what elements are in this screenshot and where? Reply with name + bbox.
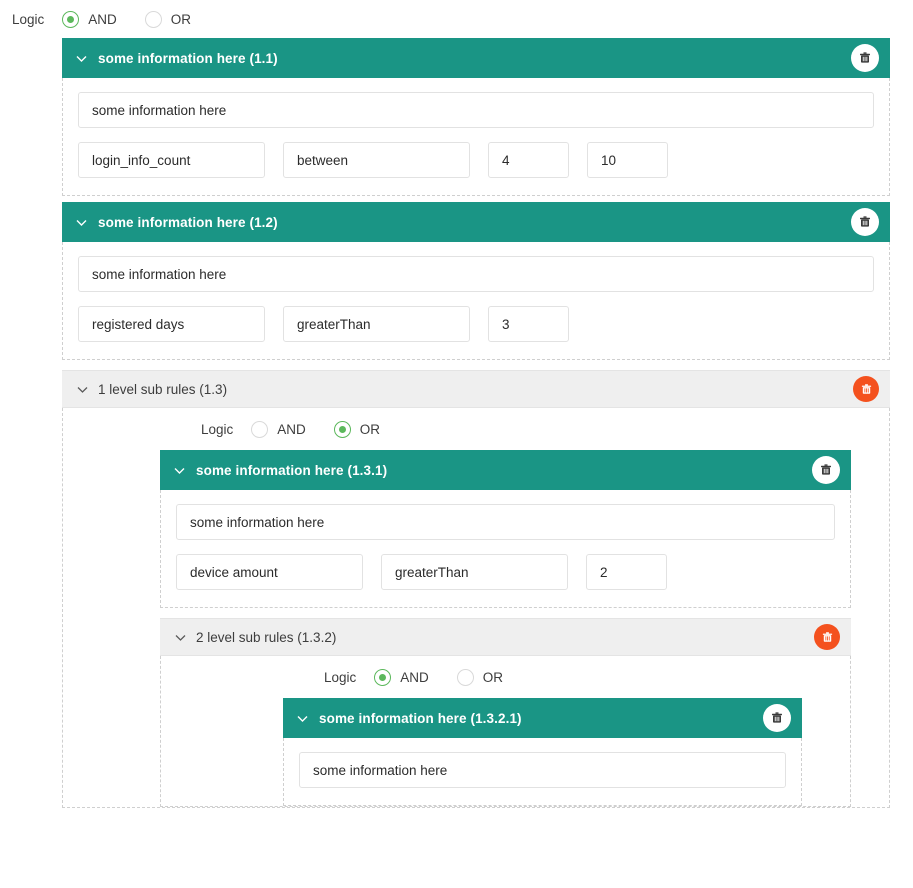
- delete-group-1-3-2-button[interactable]: [814, 624, 840, 650]
- rule-header-1-3-2-1[interactable]: some information here (1.3.2.1): [283, 698, 802, 738]
- rule-field-select-1-1[interactable]: login_info_count: [78, 142, 265, 178]
- chevron-down-icon[interactable]: [75, 52, 88, 65]
- group-title-1-3-2: 2 level sub rules (1.3.2): [196, 629, 337, 645]
- chevron-down-icon[interactable]: [173, 464, 186, 477]
- chevron-down-icon[interactable]: [174, 631, 187, 644]
- rule-operator-select-1-2[interactable]: greaterThan: [283, 306, 470, 342]
- rule-field-select-1-3-1[interactable]: device amount: [176, 554, 363, 590]
- rule-value-input-1-1-min[interactable]: 4: [488, 142, 569, 178]
- rule-header-1-3-1[interactable]: some information here (1.3.1): [160, 450, 851, 490]
- group-title-1-3: 1 level sub rules (1.3): [98, 381, 228, 397]
- root-logic-label: Logic: [12, 11, 45, 27]
- radio-indicator: [374, 668, 392, 686]
- group-1-3-2-logic-label: Logic: [324, 669, 357, 685]
- delete-rule-1-1-button[interactable]: [851, 44, 879, 72]
- root-logic-radio-or[interactable]: OR: [144, 10, 192, 28]
- rule-operator-select-1-1[interactable]: between: [283, 142, 470, 178]
- rule-description-input-1-3-2-1[interactable]: some information here: [299, 752, 786, 788]
- rule-card-1-3-1: some information here (1.3.1) some infor…: [160, 450, 851, 608]
- group-1-3-logic-row: Logic AND OR: [63, 408, 889, 450]
- group-1-3-2-logic-radio-or-label: OR: [482, 669, 504, 685]
- radio-indicator: [62, 10, 80, 28]
- rule-value-input-1-1-max[interactable]: 10: [587, 142, 668, 178]
- group-1-3-2-logic-radio-and-label: AND: [400, 669, 429, 685]
- rule-operator-select-1-3-1[interactable]: greaterThan: [381, 554, 568, 590]
- delete-rule-1-3-2-1-button[interactable]: [763, 704, 791, 732]
- group-header-1-3-2[interactable]: 2 level sub rules (1.3.2): [160, 618, 851, 656]
- rule-condition-row-1-1: login_info_count between 4 10: [78, 142, 874, 178]
- group-1-3-logic-radio-and-label: AND: [277, 421, 306, 437]
- rule-description-input-1-2[interactable]: some information here: [78, 256, 874, 292]
- group-1-3-2-logic-row: Logic AND OR: [161, 656, 850, 698]
- rule-value-input-1-2[interactable]: 3: [488, 306, 569, 342]
- group-card-1-3: 1 level sub rules (1.3) Logic AND OR som…: [62, 370, 890, 808]
- rule-description-input-1-3-1[interactable]: some information here: [176, 504, 835, 540]
- rule-condition-row-1-2: registered days greaterThan 3: [78, 306, 874, 342]
- group-body-1-3-2: Logic AND OR some information here (1.3.…: [160, 656, 851, 807]
- rule-value-input-1-3-1[interactable]: 2: [586, 554, 667, 590]
- radio-indicator: [456, 668, 474, 686]
- rule-body-1-3-1: some information here device amount grea…: [160, 490, 851, 608]
- rule-field-select-1-2[interactable]: registered days: [78, 306, 265, 342]
- rule-body-1-3-2-1: some information here: [283, 738, 802, 806]
- rule-description-input-1-1[interactable]: some information here: [78, 92, 874, 128]
- rule-header-1-1[interactable]: some information here (1.1): [62, 38, 890, 78]
- rule-card-1-1: some information here (1.1) some informa…: [62, 38, 890, 196]
- delete-rule-1-2-button[interactable]: [851, 208, 879, 236]
- radio-indicator: [144, 10, 162, 28]
- rule-header-1-2[interactable]: some information here (1.2): [62, 202, 890, 242]
- group-1-3-logic-label: Logic: [201, 421, 234, 437]
- root-logic-radio-and[interactable]: AND: [62, 10, 117, 28]
- root-logic-radio-and-label: AND: [88, 11, 117, 27]
- group-1-3-2-logic-radio-or[interactable]: OR: [456, 668, 504, 686]
- group-1-3-2-logic-radio-and[interactable]: AND: [374, 668, 429, 686]
- delete-rule-1-3-1-button[interactable]: [812, 456, 840, 484]
- root-logic-row: Logic AND OR: [0, 0, 913, 38]
- group-1-3-logic-radio-or-label: OR: [359, 421, 381, 437]
- chevron-down-icon[interactable]: [75, 216, 88, 229]
- chevron-down-icon[interactable]: [296, 712, 309, 725]
- rule-title-1-2: some information here (1.2): [98, 214, 278, 230]
- rule-card-1-3-2-1: some information here (1.3.2.1) some inf…: [283, 698, 802, 806]
- chevron-down-icon[interactable]: [76, 383, 89, 396]
- root-logic-radio-or-label: OR: [170, 11, 192, 27]
- delete-group-1-3-button[interactable]: [853, 376, 879, 402]
- rule-card-1-2: some information here (1.2) some informa…: [62, 202, 890, 360]
- rule-body-1-2: some information here registered days gr…: [62, 242, 890, 360]
- radio-indicator: [333, 420, 351, 438]
- group-card-1-3-2: 2 level sub rules (1.3.2) Logic AND OR s…: [160, 618, 851, 807]
- rule-title-1-3-1: some information here (1.3.1): [196, 462, 388, 478]
- group-header-1-3[interactable]: 1 level sub rules (1.3): [62, 370, 890, 408]
- radio-indicator: [251, 420, 269, 438]
- rule-title-1-3-2-1: some information here (1.3.2.1): [319, 710, 522, 726]
- rule-body-1-1: some information here login_info_count b…: [62, 78, 890, 196]
- rule-title-1-1: some information here (1.1): [98, 50, 278, 66]
- group-1-3-logic-radio-or[interactable]: OR: [333, 420, 381, 438]
- group-1-3-logic-radio-and[interactable]: AND: [251, 420, 306, 438]
- group-body-1-3: Logic AND OR some information here (1.3.…: [62, 408, 890, 808]
- rule-condition-row-1-3-1: device amount greaterThan 2: [176, 554, 835, 590]
